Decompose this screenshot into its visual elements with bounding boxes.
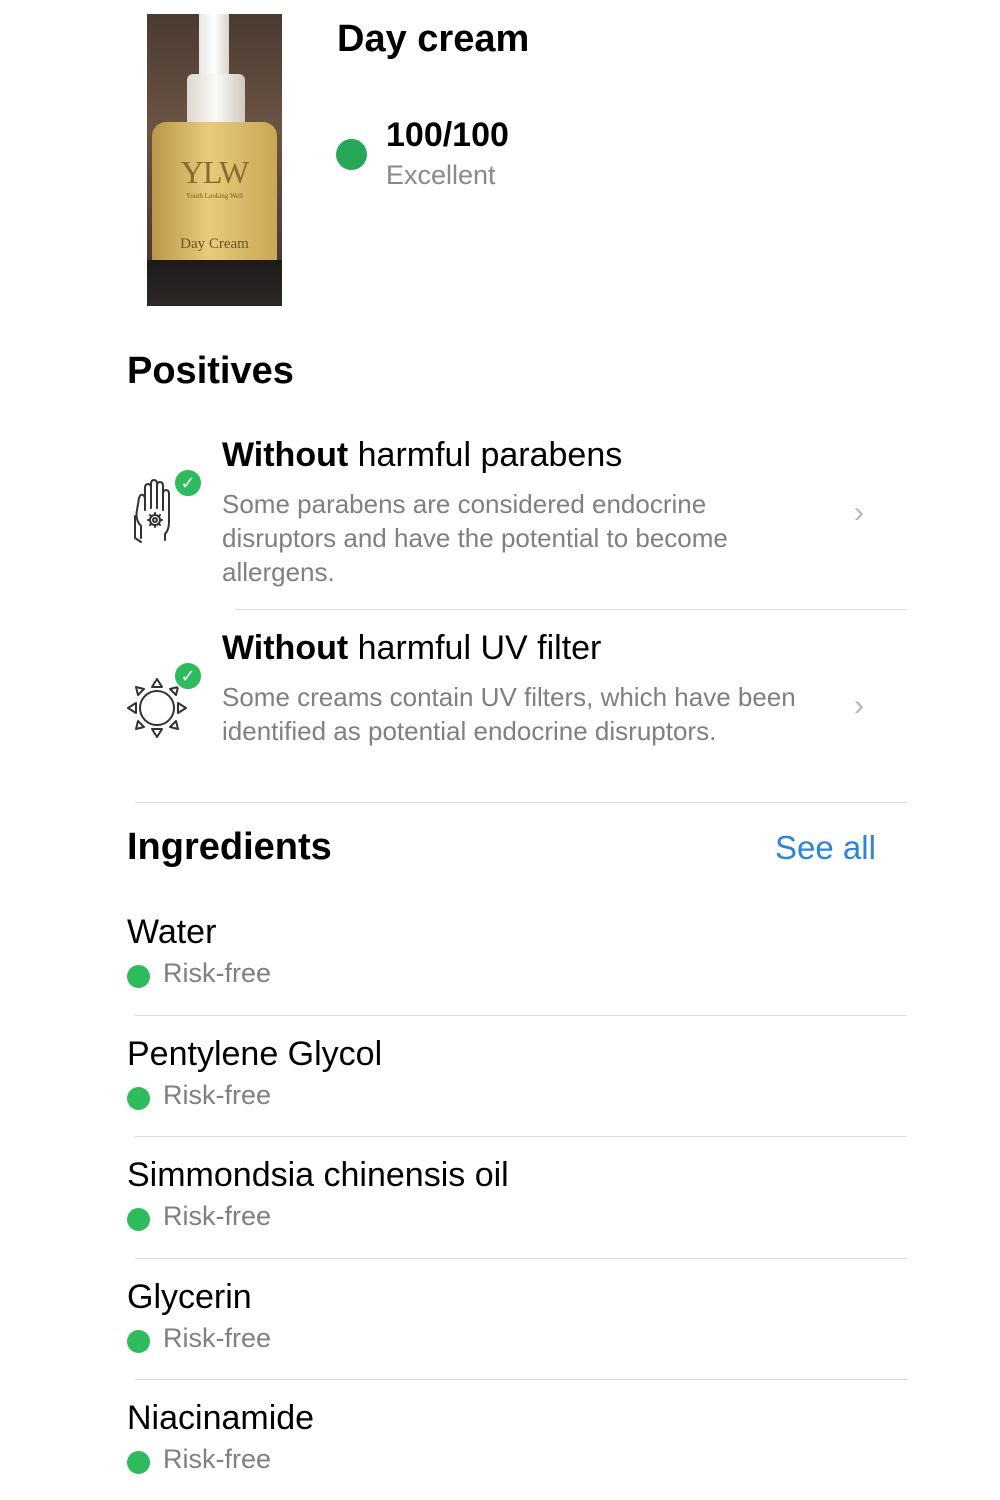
positive-description: Some parabens are considered endocrine d… bbox=[222, 489, 728, 587]
ingredient-name: Glycerin bbox=[127, 1278, 252, 1316]
positive-description: Some creams contain UV filters, which ha… bbox=[222, 682, 796, 746]
score-label: Excellent bbox=[386, 160, 496, 190]
positives-title: Positives bbox=[127, 350, 294, 392]
risk-label: Risk-free bbox=[163, 1080, 272, 1110]
ingredient-name: Pentylene Glycol bbox=[127, 1035, 383, 1073]
ingredient-item[interactable]: Water Risk-free bbox=[127, 913, 907, 1003]
see-all-link[interactable]: See all bbox=[775, 829, 876, 867]
positive-item-uv-filter[interactable]: ✓ Without harmful UV filter Some creams … bbox=[127, 629, 907, 789]
risk-status-dot bbox=[127, 1330, 150, 1353]
positive-title: Without harmful UV filter bbox=[222, 629, 602, 667]
product-name: Day cream bbox=[337, 18, 530, 60]
bottle-label-text: Day Cream bbox=[180, 236, 249, 252]
risk-status-dot bbox=[127, 965, 150, 988]
ingredient-name: Simmondsia chinensis oil bbox=[127, 1156, 509, 1194]
score-status-dot bbox=[336, 139, 367, 170]
product-image[interactable]: YLW Youth Looking Well Day Cream bbox=[147, 14, 282, 306]
divider bbox=[135, 1015, 907, 1016]
checkmark-icon: ✓ bbox=[173, 468, 203, 498]
bottle-brand-text: YLW bbox=[180, 154, 249, 190]
risk-status-dot bbox=[127, 1208, 150, 1231]
risk-label: Risk-free bbox=[163, 1201, 272, 1231]
bottle-band bbox=[147, 260, 282, 306]
checkmark-icon: ✓ bbox=[173, 661, 203, 691]
risk-status-dot bbox=[127, 1451, 150, 1474]
divider bbox=[235, 609, 907, 610]
ingredient-name: Niacinamide bbox=[127, 1399, 315, 1437]
chevron-right-icon: › bbox=[854, 496, 864, 529]
divider bbox=[135, 802, 907, 803]
positive-item-parabens[interactable]: ✓ Without harmful parabens Some parabens… bbox=[127, 436, 907, 596]
chevron-right-icon: › bbox=[854, 689, 864, 722]
risk-status-dot bbox=[127, 1087, 150, 1110]
ingredient-item[interactable]: Simmondsia chinensis oil Risk-free bbox=[127, 1156, 907, 1246]
risk-label: Risk-free bbox=[163, 958, 272, 988]
divider bbox=[135, 1379, 907, 1380]
ingredients-title: Ingredients bbox=[127, 826, 332, 868]
risk-label: Risk-free bbox=[163, 1444, 272, 1474]
ingredient-item[interactable]: Niacinamide Risk-free bbox=[127, 1399, 907, 1489]
score-value: 100/100 bbox=[386, 116, 509, 154]
ingredient-item[interactable]: Pentylene Glycol Risk-free bbox=[127, 1035, 907, 1125]
positive-title: Without harmful parabens bbox=[222, 436, 623, 474]
ingredient-item[interactable]: Glycerin Risk-free bbox=[127, 1278, 907, 1368]
bottle-brand-subtext: Youth Looking Well bbox=[186, 192, 243, 200]
divider bbox=[135, 1258, 907, 1259]
ingredient-name: Water bbox=[127, 913, 217, 951]
divider bbox=[135, 1136, 907, 1137]
risk-label: Risk-free bbox=[163, 1323, 272, 1353]
